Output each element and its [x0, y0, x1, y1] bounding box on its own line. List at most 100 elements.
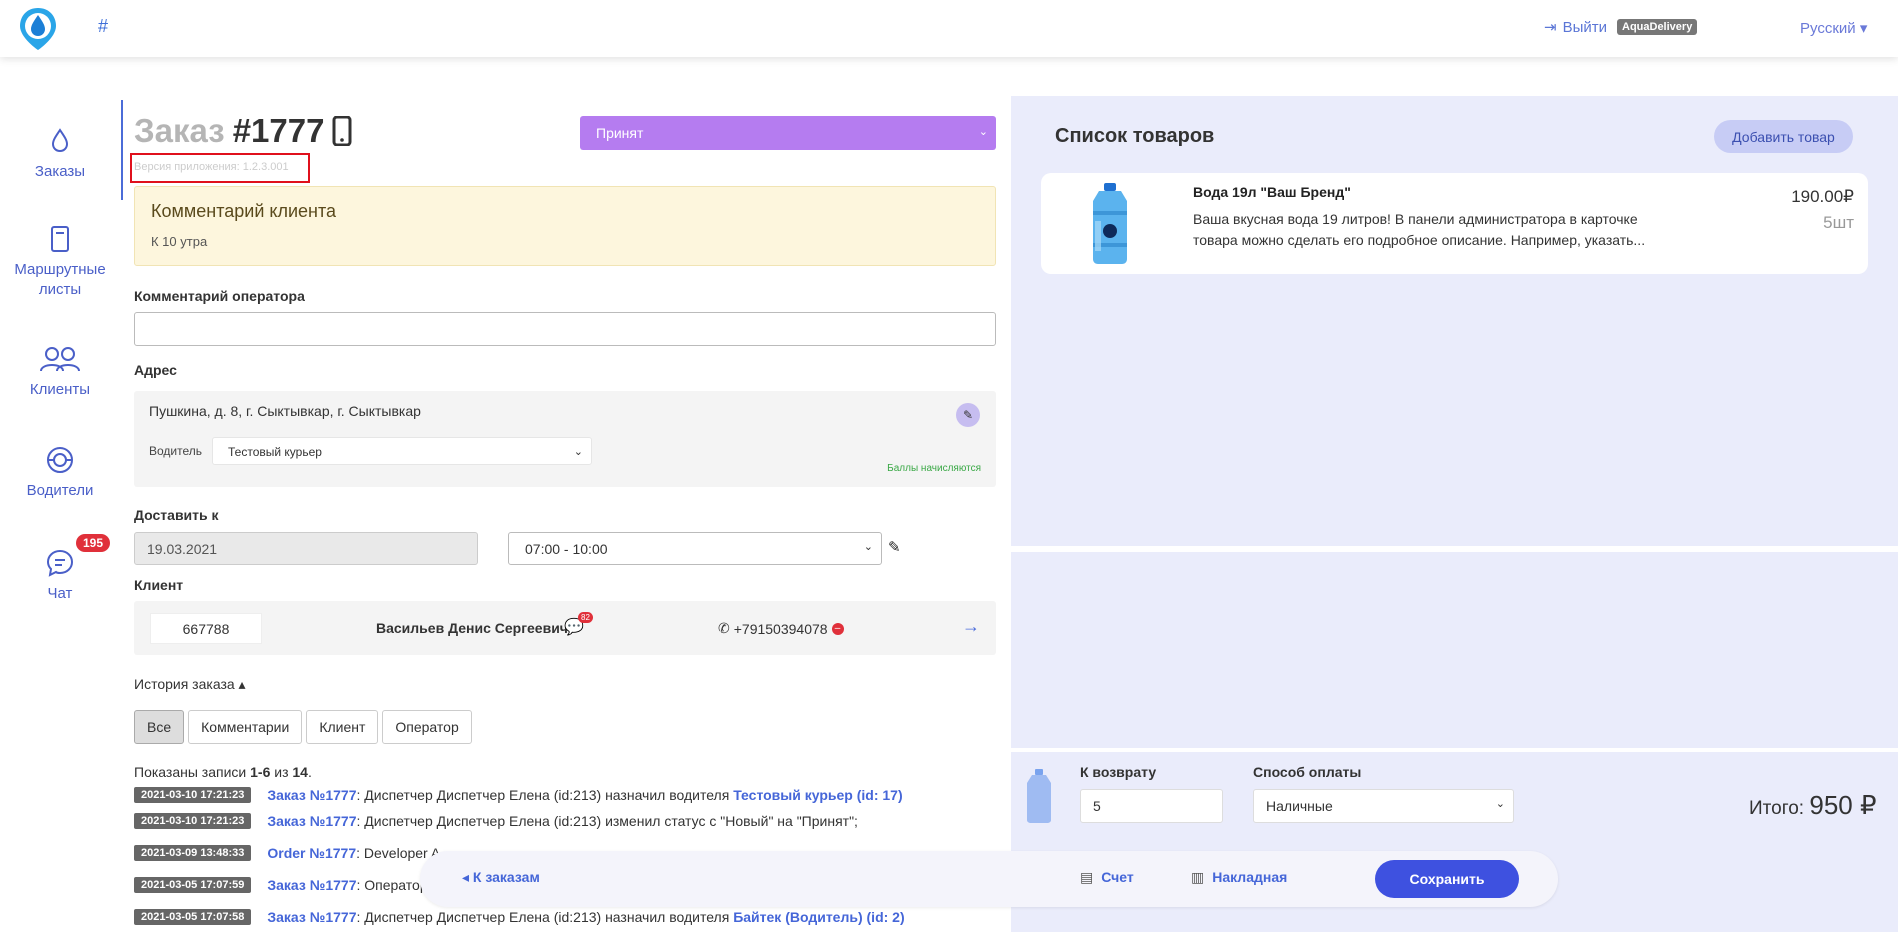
records-total: 14 — [292, 764, 308, 780]
app-version: Версия приложения: 1.2.3.001 — [130, 153, 310, 183]
status-select[interactable]: Принят ⌄ — [580, 116, 996, 150]
chevron-down-icon: ⌄ — [573, 446, 583, 458]
history-row: 2021-03-05 17:07:58 Заказ №1777: Диспетч… — [134, 909, 905, 925]
history-toggle[interactable]: История заказа ▴ — [134, 676, 246, 693]
return-input[interactable]: 5 — [1080, 789, 1223, 823]
waybill-link[interactable]: ▥ Накладная — [1191, 869, 1287, 886]
time-slot-value: 07:00 - 10:00 — [525, 541, 608, 557]
save-button[interactable]: Сохранить — [1375, 860, 1519, 898]
product-price: 190.00₽ — [1791, 187, 1854, 206]
product-card[interactable]: Вода 19л "Ваш Бренд" Ваша вкусная вода 1… — [1041, 173, 1868, 274]
driver-label: Водитель — [149, 444, 203, 458]
product-name: Вода 19л "Ваш Бренд" — [1193, 184, 1351, 200]
records-info: Показаны записи 1-6 из 14. — [134, 764, 312, 780]
waybill-label: Накладная — [1212, 869, 1288, 885]
invoice-label: Счет — [1101, 869, 1134, 885]
chevron-down-icon: ⌄ — [863, 541, 873, 553]
nav-label: Чат — [47, 585, 73, 602]
status-value: Принят — [596, 125, 644, 141]
records-range: 1-6 — [250, 764, 271, 780]
clipboard-icon: ▥ — [1191, 869, 1205, 885]
nav-item-chat[interactable]: Чат — [0, 548, 120, 604]
products-title: Список товаров — [1055, 125, 1215, 147]
records-of: из — [274, 764, 289, 780]
history-tabs: Все Комментарии Клиент Оператор — [134, 710, 472, 744]
phone-number: +79150394078 — [733, 620, 828, 637]
order-title-word: Заказ — [134, 112, 225, 149]
arrow-right-icon[interactable]: → — [962, 616, 980, 637]
add-product-button[interactable]: Добавить товар — [1714, 120, 1853, 153]
top-bar: # ⇥ Выйти AquaDelivery Русский ▾ — [0, 0, 1898, 57]
points-note: Баллы начисляются — [887, 463, 981, 474]
log-timestamp: 2021-03-05 17:07:58 — [134, 909, 252, 925]
client-name: Васильев Денис Сергеевич — [376, 620, 568, 636]
order-number: #1777 — [232, 112, 325, 149]
driver-value: Тестовый курьер — [228, 445, 322, 459]
chat-unread-badge: 195 — [76, 534, 111, 552]
steering-wheel-icon — [47, 447, 73, 473]
order-link[interactable]: Заказ №1777 — [267, 909, 356, 925]
client-id[interactable]: 667788 — [150, 613, 262, 644]
total-amount: 950 ₽ — [1809, 790, 1877, 820]
log-text: : Диспетчер Диспетчер Елена (id:213) наз… — [356, 787, 730, 803]
history-toggle-label: История заказа — [134, 676, 235, 692]
phone-icon: ✆ — [718, 620, 730, 636]
return-label: К возврату — [1080, 764, 1157, 780]
driver-select[interactable]: Тестовый курьер ⌄ — [212, 437, 592, 465]
nav-item-route-sheets[interactable]: Маршрутные листы — [0, 224, 120, 300]
log-text: : Диспетчер Диспетчер Елена (id:213) наз… — [356, 909, 730, 925]
operator-comment-label: Комментарий оператора — [134, 288, 305, 304]
tab-all[interactable]: Все — [134, 710, 185, 744]
edit-address-button[interactable]: ✎ — [956, 403, 980, 427]
product-qty: 5шт — [1823, 213, 1854, 232]
chevron-down-icon: ⌄ — [978, 126, 988, 138]
logo-drop-icon[interactable] — [18, 6, 58, 52]
address-text: Пушкина, д. 8, г. Сыктывкар, г. Сыктывка… — [149, 403, 421, 419]
driver-link[interactable]: Байтек (Водитель) (id: 2) — [733, 909, 904, 925]
tab-client[interactable]: Клиент — [306, 710, 379, 744]
order-link[interactable]: Заказ №1777 — [267, 787, 356, 803]
log-timestamp: 2021-03-05 17:07:59 — [134, 877, 252, 893]
delivery-date-input[interactable]: 19.03.2021 — [134, 532, 478, 565]
edit-time-pencil-icon[interactable]: ✎ — [888, 538, 901, 556]
history-row: 2021-03-05 17:07:59 Заказ №1777: Операто… — [134, 877, 428, 893]
hash-link[interactable]: # — [98, 16, 108, 37]
client-chat-count: 82 — [578, 612, 593, 623]
back-to-orders-link[interactable]: ◂ К заказам — [462, 869, 540, 886]
sign-out-icon: ⇥ — [1544, 19, 1557, 36]
nav-item-drivers[interactable]: Водители — [0, 445, 120, 501]
nav-label: Маршрутные листы — [14, 261, 106, 298]
logout-label: Выйти — [1562, 18, 1607, 36]
order-link[interactable]: Заказ №1777 — [267, 877, 356, 893]
blocked-icon[interactable]: – — [831, 622, 844, 635]
document-icon — [51, 226, 69, 252]
time-slot-select[interactable]: 07:00 - 10:00 ⌄ — [508, 532, 882, 565]
nav-item-clients[interactable]: Клиенты — [0, 344, 120, 400]
water-bottle-image — [1093, 183, 1127, 264]
language-dropdown[interactable]: Русский ▾ — [1800, 19, 1867, 37]
nav-item-orders[interactable]: Заказы — [0, 126, 120, 182]
client-label: Клиент — [134, 577, 184, 593]
payment-select[interactable]: Наличные ⌄ — [1253, 789, 1514, 823]
log-timestamp: 2021-03-09 13:48:33 — [134, 845, 252, 861]
nav-active-indicator — [121, 100, 123, 200]
address-label: Адрес — [134, 362, 177, 378]
driver-link[interactable]: Тестовый курьер (id: 17) — [733, 787, 902, 803]
nav-label: Заказы — [34, 163, 86, 180]
tab-operator[interactable]: Оператор — [382, 710, 472, 744]
payment-label: Способ оплаты — [1253, 764, 1362, 780]
history-row: 2021-03-10 17:21:23 Заказ №1777: Диспетч… — [134, 813, 858, 829]
back-label: К заказам — [472, 869, 540, 885]
order-link[interactable]: Order №1777 — [267, 845, 356, 861]
tab-comments[interactable]: Комментарии — [188, 710, 303, 744]
operator-comment-input[interactable] — [134, 312, 996, 346]
client-box: 667788 Васильев Денис Сергеевич 💬 82 ✆ +… — [134, 601, 996, 655]
chat-icon — [46, 549, 74, 577]
invoice-link[interactable]: ▤ Счет — [1080, 869, 1134, 886]
order-link[interactable]: Заказ №1777 — [267, 813, 356, 829]
logout-button[interactable]: ⇥ Выйти AquaDelivery — [1544, 18, 1698, 36]
chevron-down-icon: ⌄ — [1495, 798, 1505, 810]
mobile-phone-icon — [332, 116, 352, 146]
history-row: 2021-03-10 17:21:23 Заказ №1777: Диспетч… — [134, 787, 903, 803]
return-bottle-icon — [1027, 769, 1051, 823]
